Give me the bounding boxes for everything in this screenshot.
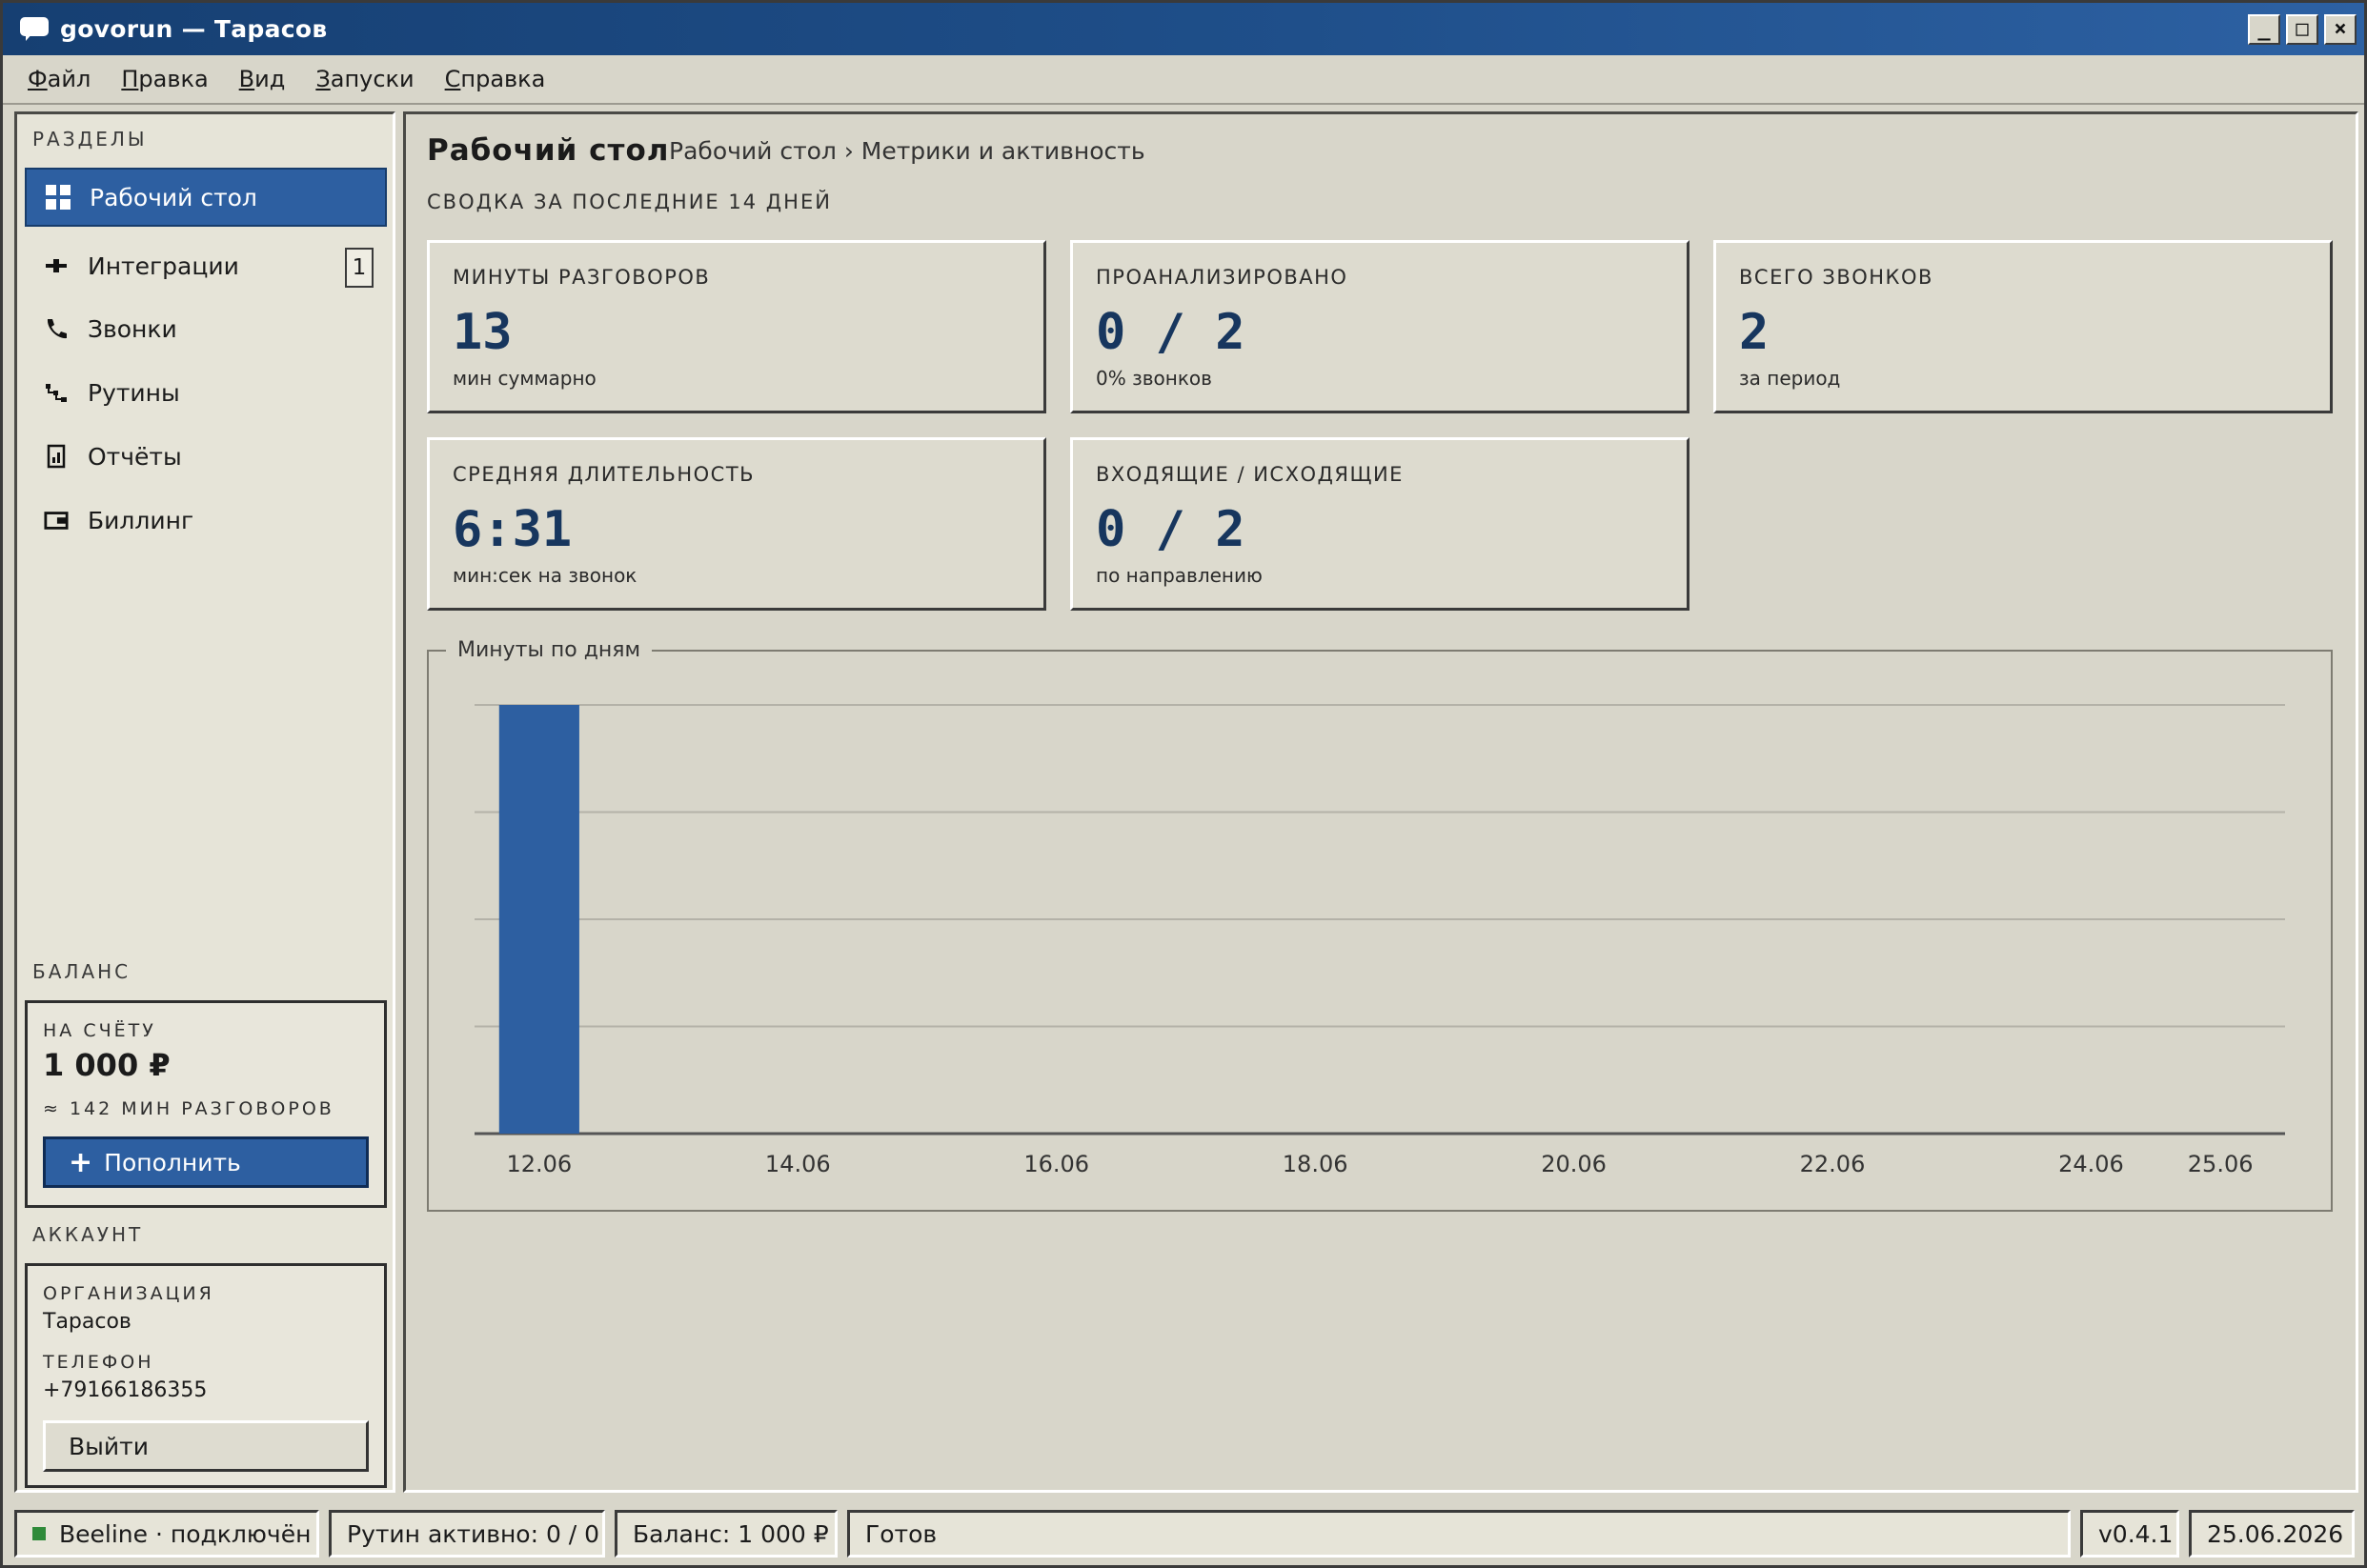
metric-value: 0 / 2	[1096, 501, 1245, 558]
sidebar-item-label: Отчёты	[88, 442, 182, 471]
metric-sub: мин:сек на звонок	[453, 564, 637, 587]
account-section-label: АККАУНТ	[32, 1223, 144, 1246]
menu-runs[interactable]: Запуски	[315, 66, 414, 92]
metric-label: МИНУТЫ РАЗГОВОРОВ	[453, 266, 711, 289]
status-bar: Beeline · подключён Рутин активно: 0 / 0…	[3, 1504, 2364, 1563]
menu-file[interactable]: Файл	[28, 66, 91, 92]
balance-section-label: БАЛАНС	[32, 960, 132, 983]
metric-value: 13	[453, 304, 513, 361]
routine-icon	[44, 380, 69, 405]
metric-sub: 0% звонков	[1096, 367, 1212, 390]
window-title: govorun — Тарасов	[60, 15, 328, 43]
sections-label: РАЗДЕЛЫ	[32, 128, 148, 151]
sidebar-item-reports[interactable]: Отчёты	[25, 427, 387, 486]
menu-bar: Файл Правка Вид Запуски Справка	[3, 55, 2364, 105]
phone-icon	[44, 316, 69, 341]
menu-help[interactable]: Справка	[445, 66, 546, 92]
metric-sub: по направлению	[1096, 564, 1263, 587]
x-tick-label: 22.06	[1800, 1151, 1866, 1177]
app-window: govorun — Тарасов _ □ × Файл Правка Вид …	[0, 0, 2367, 1568]
phone-value: +79166186355	[43, 1378, 208, 1402]
metric-card-total-calls: ВСЕГО ЗВОНКОВ 2 за период	[1713, 240, 2333, 413]
report-icon	[44, 444, 69, 469]
sidebar-item-label: Звонки	[88, 314, 177, 343]
chart-title: Минуты по дням	[446, 638, 653, 662]
metric-label: ПРОАНАЛИЗИРОВАНО	[1096, 266, 1348, 289]
date-status: 25.06.2026	[2189, 1510, 2355, 1558]
maximize-button[interactable]: □	[2286, 14, 2318, 45]
grid-icon	[46, 185, 71, 210]
x-tick-label: 24.06	[2058, 1151, 2124, 1177]
sidebar-item-billing[interactable]: Биллинг	[25, 491, 387, 550]
x-tick-label: 16.06	[1023, 1151, 1089, 1177]
ready-status: Готов	[847, 1510, 2071, 1558]
sidebar-item-desktop[interactable]: Рабочий стол	[25, 168, 387, 227]
x-tick-label: 18.06	[1283, 1151, 1348, 1177]
metric-value: 0 / 2	[1096, 304, 1245, 361]
minutes-chart-panel: Минуты по дням 12.06 14.06 16.06 18.06 20.06…	[427, 638, 2333, 1212]
sidebar-item-label: Рутины	[88, 378, 180, 407]
close-button[interactable]: ×	[2324, 14, 2357, 45]
summary-heading: СВОДКА ЗА ПОСЛЕДНИЕ 14 ДНЕЙ	[427, 191, 832, 213]
org-value: Тарасов	[43, 1310, 132, 1334]
metric-sub: мин суммарно	[453, 367, 597, 390]
minimize-button[interactable]: _	[2248, 14, 2280, 45]
metric-label: ВСЕГО ЗВОНКОВ	[1739, 266, 1933, 289]
balance-status: Баланс: 1 000 ₽	[615, 1510, 838, 1558]
account-panel: ОРГАНИЗАЦИЯ Тарасов ТЕЛЕФОН +79166186355…	[25, 1263, 387, 1488]
phone-label: ТЕЛЕФОН	[43, 1352, 154, 1373]
sidebar-item-label: Биллинг	[88, 506, 194, 534]
metric-label: ВХОДЯЩИЕ / ИСХОДЯЩИЕ	[1096, 463, 1404, 486]
title-bar: govorun — Тарасов _ □ ×	[3, 3, 2364, 55]
sidebar-item-routines[interactable]: Рутины	[25, 363, 387, 422]
logout-button[interactable]: Выйти	[43, 1420, 369, 1472]
metric-sub: за период	[1739, 367, 1841, 390]
metric-label: СРЕДНЯЯ ДЛИТЕЛЬНОСТЬ	[453, 463, 756, 486]
wallet-icon	[44, 508, 69, 533]
metric-card-direction: ВХОДЯЩИЕ / ИСХОДЯЩИЕ 0 / 2 по направлени…	[1070, 437, 1689, 611]
metric-card-minutes: МИНУТЫ РАЗГОВОРОВ 13 мин суммарно	[427, 240, 1046, 413]
menu-edit[interactable]: Правка	[121, 66, 208, 92]
version-status: v0.4.1	[2080, 1510, 2179, 1558]
main-content: Рабочий стол Рабочий стол › Метрики и ак…	[403, 111, 2358, 1493]
sidebar-item-integrations[interactable]: Интеграции 1	[25, 236, 387, 295]
breadcrumb: Рабочий стол › Метрики и активность	[669, 137, 1145, 165]
topup-button-label: Пополнить	[104, 1148, 241, 1176]
chat-bubble-icon	[20, 16, 49, 42]
metric-card-avg-duration: СРЕДНЯЯ ДЛИТЕЛЬНОСТЬ 6:31 мин:сек на зво…	[427, 437, 1046, 611]
sidebar-item-label: Интеграции	[88, 251, 239, 280]
menu-view[interactable]: Вид	[239, 66, 286, 92]
topup-button[interactable]: + Пополнить	[43, 1136, 369, 1188]
x-tick-label: 20.06	[1541, 1151, 1607, 1177]
minutes-bar-chart: 12.06 14.06 16.06 18.06 20.06 22.06 24.06 25.06	[475, 704, 2285, 1177]
balance-panel: НА СЧЁТУ 1 000 ₽ ≈ 142 МИН РАЗГОВОРОВ + …	[25, 1000, 387, 1208]
account-balance-label: НА СЧЁТУ	[43, 1020, 156, 1041]
x-tick-label: 25.06	[2188, 1151, 2254, 1177]
x-tick-label: 14.06	[765, 1151, 831, 1177]
sidebar: РАЗДЕЛЫ Рабочий стол Интеграции 1 Звонки…	[14, 111, 395, 1493]
x-tick-label: 12.06	[506, 1151, 572, 1177]
plus-icon: +	[69, 1145, 93, 1179]
routines-status: Рутин активно: 0 / 0	[329, 1510, 605, 1558]
page-title: Рабочий стол	[427, 133, 670, 168]
sidebar-item-label: Рабочий стол	[90, 183, 257, 211]
metric-value: 6:31	[453, 501, 573, 558]
connection-status: Beeline · подключён	[14, 1510, 319, 1558]
integrations-count-badge: 1	[345, 248, 374, 288]
connection-status-text: Beeline · подключён	[59, 1519, 312, 1548]
org-label: ОРГАНИЗАЦИЯ	[43, 1283, 214, 1304]
balance-minutes: ≈ 142 МИН РАЗГОВОРОВ	[43, 1098, 334, 1119]
sidebar-item-calls[interactable]: Звонки	[25, 299, 387, 358]
balance-amount: 1 000 ₽	[43, 1047, 171, 1083]
metric-value: 2	[1739, 304, 1770, 361]
plug-icon	[44, 253, 69, 278]
connected-indicator-icon	[32, 1527, 46, 1540]
metric-card-analyzed: ПРОАНАЛИЗИРОВАНО 0 / 2 0% звонков	[1070, 240, 1689, 413]
bar-12.06	[498, 705, 579, 1134]
